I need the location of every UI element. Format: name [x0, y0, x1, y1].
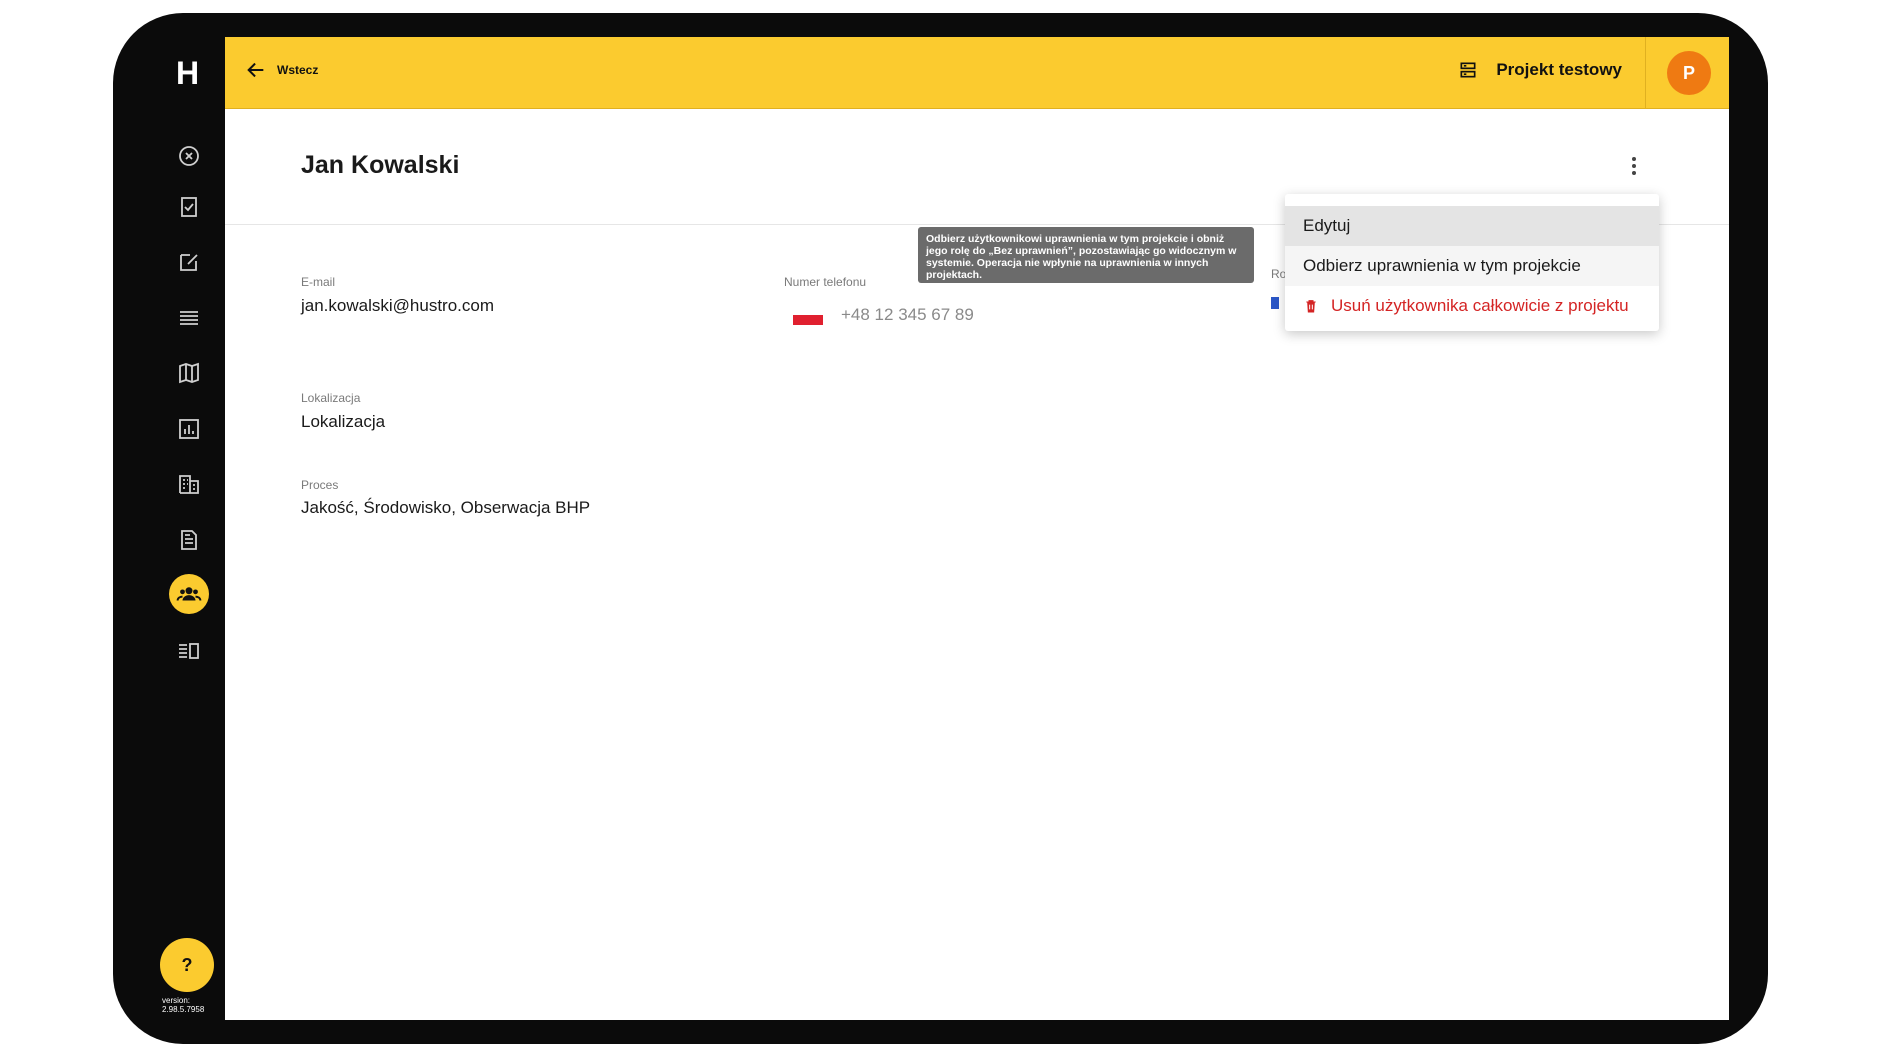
role-icon: [1271, 297, 1279, 309]
sidebar-panel-icon[interactable]: [174, 636, 204, 666]
more-options-icon[interactable]: [1625, 154, 1643, 178]
user-actions-menu: Edytuj Odbierz uprawnienia w tym projekc…: [1285, 194, 1659, 331]
document-icon[interactable]: [174, 525, 204, 555]
arrow-left-icon: [247, 62, 264, 78]
phone-label: Numer telefonu: [784, 275, 867, 289]
back-label: Wstecz: [277, 63, 319, 77]
process-label: Proces: [301, 478, 339, 492]
checklist-icon[interactable]: [174, 192, 204, 222]
project-selector[interactable]: Projekt testowy: [1458, 60, 1622, 80]
help-button[interactable]: ?: [160, 938, 214, 992]
trash-icon: [1306, 300, 1316, 313]
app-logo: H: [176, 55, 200, 91]
project-label: Projekt testowy: [1496, 60, 1622, 79]
version-label: version: 2.98.5.7958: [162, 996, 204, 1014]
menu-item-edit-label: Edytuj: [1303, 216, 1351, 235]
close-circle-icon[interactable]: [174, 141, 204, 171]
chart-icon[interactable]: [174, 414, 204, 444]
menu-item-delete-label: Usuń użytkownika całkowicie z projektu: [1331, 296, 1629, 315]
menu-item-edit[interactable]: Edytuj: [1285, 206, 1659, 246]
menu-item-revoke-label: Odbierz uprawnienia w tym projekcie: [1303, 256, 1581, 275]
revoke-tooltip: Odbierz użytkownikowi uprawnienia w tym …: [918, 227, 1254, 283]
menu-item-revoke[interactable]: Odbierz uprawnienia w tym projekcie: [1285, 246, 1659, 286]
topbar-divider: [1645, 37, 1646, 108]
avatar[interactable]: P: [1667, 51, 1711, 95]
version-prefix: version:: [162, 996, 191, 1005]
poland-flag-icon: [793, 305, 823, 325]
page-title: Jan Kowalski: [301, 151, 460, 179]
phone-row: +48 12 345 67 89: [793, 305, 974, 325]
main-screen: Wstecz Projekt testowy P Jan Kowalski E-…: [225, 37, 1729, 1020]
email-label: E-mail: [301, 275, 336, 289]
users-icon[interactable]: [169, 574, 209, 614]
top-bar: Wstecz Projekt testowy P: [225, 37, 1729, 109]
phone-value: +48 12 345 67 89: [841, 305, 974, 324]
building-icon[interactable]: [174, 469, 204, 499]
email-value: jan.kowalski@hustro.com: [301, 296, 494, 315]
back-button[interactable]: Wstecz: [245, 59, 318, 81]
version-number: 2.98.5.7958: [162, 1005, 205, 1014]
location-label: Lokalizacja: [301, 391, 361, 405]
menu-item-delete[interactable]: Usuń użytkownika całkowicie z projektu: [1285, 286, 1659, 326]
edit-icon[interactable]: [174, 247, 204, 277]
map-icon[interactable]: [174, 358, 204, 388]
process-value: Jakość, Środowisko, Obserwacja BHP: [301, 498, 591, 517]
server-icon: [1460, 62, 1476, 78]
location-value: Lokalizacja: [301, 412, 386, 431]
list-icon[interactable]: [174, 303, 204, 333]
